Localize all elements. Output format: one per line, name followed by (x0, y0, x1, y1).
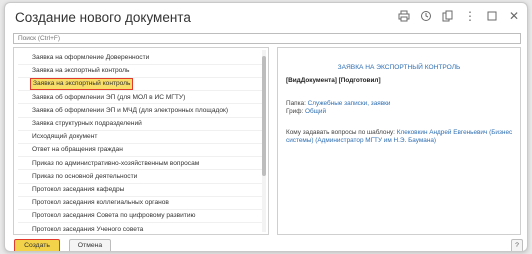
stamp-link[interactable]: Общий (305, 108, 326, 115)
template-list: Заявка на оформление Доверенности Заявка … (13, 47, 269, 235)
folder-label: Папка: (286, 100, 306, 107)
list-item[interactable]: Заявка на оформление Доверенности (32, 51, 149, 64)
list-item[interactable]: Протокол заседания кафедры (32, 183, 124, 196)
preview-header: [ВидДокумента] [Подготовил] (286, 77, 381, 84)
help-button[interactable]: ? (511, 239, 523, 251)
printer-icon[interactable] (397, 9, 411, 23)
preview-title: ЗАЯВКА НА ЭКСПОРТНЫЙ КОНТРОЛЬ (337, 64, 461, 71)
list-item[interactable]: Заявка структурных подразделений (32, 117, 142, 130)
list-item[interactable]: Приказ по административно-хозяйственным … (32, 157, 199, 170)
create-document-dialog: Создание нового документа ⋮ ✕ Заявка на … (4, 2, 528, 252)
list-item[interactable]: Ответ на обращения граждан (32, 143, 123, 156)
more-icon[interactable]: ⋮ (463, 9, 477, 23)
copy-icon[interactable] (441, 9, 455, 23)
create-button[interactable]: Создать (14, 239, 60, 251)
preview-folder-row: Папка: Служебные записки, заявки (286, 100, 390, 108)
stamp-label: Гриф: (286, 108, 304, 115)
list-item[interactable]: Заявка об оформлении ЭП и МЧД (для элект… (32, 104, 228, 117)
preview-contact-row: Кому задавать вопросы по шаблону: Клеков… (286, 129, 518, 145)
list-item[interactable]: Исходящий документ (32, 130, 97, 143)
history-icon[interactable] (419, 9, 433, 23)
cancel-button[interactable]: Отмена (69, 239, 111, 251)
template-preview: ЗАЯВКА НА ЭКСПОРТНЫЙ КОНТРОЛЬ [ВидДокуме… (277, 47, 521, 235)
list-item[interactable]: Заявка на экспортный контроль (32, 64, 129, 77)
scroll-thumb[interactable] (262, 56, 266, 176)
list-item[interactable]: Протокол заседания коллегиальных органов (32, 196, 169, 209)
dialog-title: Создание нового документа (15, 10, 191, 25)
titlebar: Создание нового документа ⋮ ✕ (5, 3, 527, 31)
list-scrollbar[interactable] (262, 50, 266, 232)
contact-link-name[interactable]: Клековкин Андрей Евгеньевич (397, 129, 488, 136)
contact-label: Кому задавать вопросы по шаблону: (286, 129, 395, 136)
list-item[interactable]: Заявка об оформлении ЭП (для МОЛ в ИС МГ… (32, 91, 185, 104)
list-item[interactable]: Протокол заседания Ученого совета (32, 223, 143, 234)
preview-stamp-row: Гриф: Общий (286, 108, 326, 116)
titlebar-icons: ⋮ ✕ (397, 9, 521, 23)
maximize-icon[interactable] (485, 9, 499, 23)
list-item[interactable]: Приказ по основной деятельности (32, 170, 137, 183)
folder-link[interactable]: Служебные записки, заявки (308, 100, 391, 107)
list-item-selected[interactable]: Заявка на экспортный контроль (30, 77, 134, 90)
list-item[interactable]: Протокол заседания Совета по цифровому р… (32, 209, 195, 222)
search-input[interactable] (13, 33, 521, 44)
close-icon[interactable]: ✕ (507, 9, 521, 23)
